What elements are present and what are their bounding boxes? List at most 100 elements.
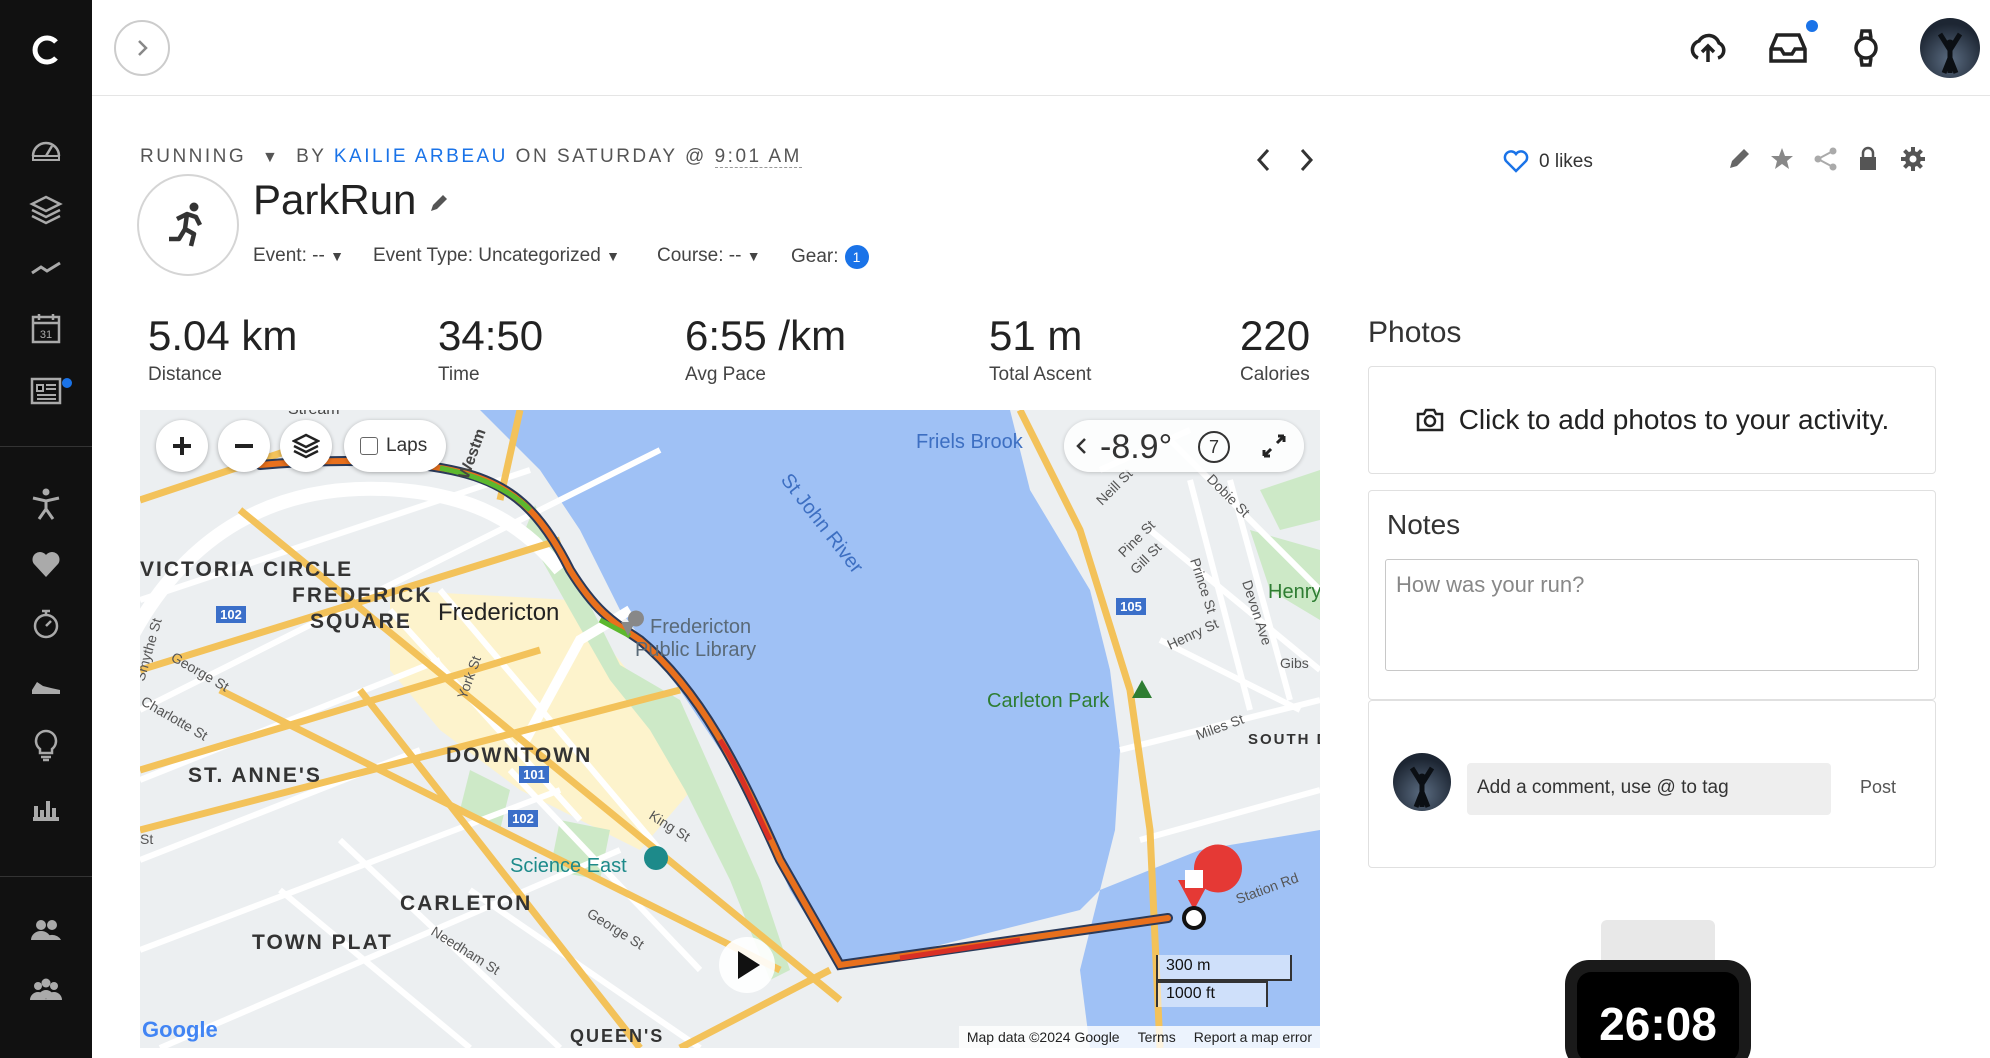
privacy-button[interactable] — [1856, 146, 1880, 172]
watch-promo-image: 26:08 — [1565, 920, 1751, 1058]
stat-value: 6:55 /km — [685, 312, 847, 359]
trend-icon[interactable] — [26, 248, 66, 288]
event-label: Event: -- — [253, 245, 325, 266]
stat-avg-pace: 6:55 /km Avg Pace — [685, 312, 846, 386]
map-label: TOWN PLAT — [252, 931, 393, 954]
gear-icon — [1901, 147, 1925, 171]
add-photos-button[interactable]: Click to add photos to your activity. — [1368, 366, 1936, 474]
notes-textarea[interactable]: How was your run? — [1385, 559, 1919, 671]
previous-activity-button[interactable] — [1250, 142, 1276, 183]
activity-type-dropdown-icon[interactable]: ▼ — [262, 149, 280, 166]
report-error-link[interactable]: Report a map error — [1194, 1029, 1312, 1045]
laps-toggle[interactable]: Laps — [344, 420, 446, 472]
route-end-point — [1182, 906, 1206, 930]
gear-selector[interactable]: Gear: 1 — [791, 245, 869, 269]
newsfeed-icon[interactable] — [26, 370, 66, 410]
road-shield-102: 102 — [220, 607, 242, 622]
nav-divider — [0, 876, 92, 877]
strava-logo-icon[interactable] — [26, 30, 66, 70]
gear-count-badge: 1 — [844, 245, 869, 269]
course-dropdown[interactable]: Course: -- ▼ — [657, 245, 761, 267]
pencil-icon — [1730, 149, 1749, 168]
inbox-icon[interactable] — [1766, 26, 1810, 70]
museum-pin-icon[interactable] — [644, 846, 668, 870]
map-label: FREDERICK — [292, 584, 433, 607]
rotate-left-icon[interactable] — [1072, 434, 1092, 458]
share-button[interactable] — [1813, 146, 1839, 172]
laps-checkbox[interactable] — [360, 437, 378, 455]
upload-icon[interactable] — [1686, 26, 1730, 70]
user-avatar[interactable] — [1920, 18, 1980, 78]
reports-chart-icon[interactable] — [26, 786, 66, 826]
shoe-icon[interactable] — [26, 666, 66, 706]
comment-input[interactable]: Add a comment, use @ to tag — [1467, 763, 1831, 815]
route-map[interactable]: 102 101 102 105 VICTORIA CIRCLE FREDERIC… — [140, 410, 1320, 1048]
map-attribution: Map data ©2024 Google Terms Report a map… — [958, 1026, 1320, 1048]
heart-icon[interactable] — [26, 544, 66, 584]
fullscreen-icon[interactable] — [1260, 432, 1288, 460]
author-link[interactable]: KAILIE ARBEAU — [334, 146, 508, 167]
activity-time[interactable]: 9:01 AM — [714, 146, 802, 168]
dashboard-icon[interactable] — [26, 129, 66, 169]
connections-icon[interactable] — [26, 910, 66, 950]
map-canvas[interactable]: 102 101 102 105 VICTORIA CIRCLE FREDERIC… — [140, 410, 1320, 1048]
edit-activity-button[interactable] — [1726, 146, 1752, 172]
activity-type[interactable]: RUNNING — [140, 146, 246, 167]
terms-link[interactable]: Terms — [1138, 1029, 1176, 1045]
stopwatch-icon[interactable] — [26, 604, 66, 644]
stat-value: 220 — [1240, 312, 1311, 359]
map-rotation-control: -8.9° 7 — [1064, 420, 1304, 472]
zoom-out-button[interactable] — [218, 420, 270, 472]
map-label: SQUARE — [310, 610, 412, 633]
settings-button[interactable] — [1900, 146, 1926, 172]
groups-icon[interactable] — [26, 970, 66, 1010]
chevron-down-icon: ▼ — [606, 248, 620, 264]
zoom-in-button[interactable] — [156, 420, 208, 472]
nav-divider — [0, 446, 92, 447]
activity-title-text: ParkRun — [253, 176, 417, 223]
stat-label: Distance — [148, 364, 222, 385]
map-label: CARLETON — [400, 892, 532, 915]
top-bar — [92, 0, 1990, 96]
activity-header-line: RUNNING ▼ BY KAILIE ARBEAU ON SATURDAY @… — [140, 146, 802, 168]
map-label: QUEEN'S — [570, 1026, 664, 1046]
edit-title-icon[interactable] — [428, 192, 450, 214]
stat-total-ascent: 51 m Total Ascent — [989, 312, 1091, 386]
chevron-right-icon — [1300, 148, 1314, 172]
layers-icon[interactable] — [26, 189, 66, 229]
road-shield-102: 102 — [512, 811, 534, 826]
stat-calories: 220 Calories — [1240, 312, 1310, 386]
event-type-dropdown[interactable]: Event Type: Uncategorized ▼ — [373, 245, 620, 267]
next-activity-button[interactable] — [1294, 142, 1320, 183]
calendar-icon[interactable]: 31 — [26, 308, 66, 348]
scale-imperial: 1000 ft — [1156, 981, 1268, 1007]
activity-type-badge — [137, 174, 239, 276]
compass-icon[interactable]: 7 — [1198, 431, 1230, 463]
expand-sidebar-button[interactable] — [114, 20, 170, 76]
street-label: Gibs — [1280, 655, 1309, 671]
google-logo: Google — [142, 1017, 218, 1042]
map-label: ST. ANNE'S — [188, 764, 322, 787]
plus-icon — [173, 437, 191, 455]
add-photos-label: Click to add photos to your activity. — [1458, 404, 1890, 435]
sidebar: 31 — [0, 0, 92, 1058]
gear-label: Gear: — [791, 246, 839, 267]
photos-heading: Photos — [1368, 316, 1462, 349]
lock-icon — [1860, 146, 1876, 170]
watch-icon[interactable] — [1844, 26, 1888, 70]
stat-label: Avg Pace — [685, 364, 766, 385]
favorite-button[interactable] — [1769, 146, 1795, 172]
post-comment-button[interactable]: Post — [1860, 777, 1896, 798]
event-dropdown[interactable]: Event: -- ▼ — [253, 245, 344, 267]
notification-dot — [62, 378, 72, 388]
stat-value: 51 m — [989, 312, 1083, 359]
map-layers-button[interactable] — [280, 420, 332, 472]
activity-title[interactable]: ParkRun — [253, 176, 450, 224]
lightbulb-icon[interactable] — [26, 725, 66, 765]
commenter-avatar — [1393, 753, 1451, 811]
workout-person-icon[interactable] — [26, 484, 66, 524]
by-label: BY — [296, 146, 327, 167]
share-icon — [1814, 147, 1837, 171]
stat-label: Time — [438, 364, 480, 385]
like-button[interactable]: 0 likes — [1503, 150, 1593, 174]
